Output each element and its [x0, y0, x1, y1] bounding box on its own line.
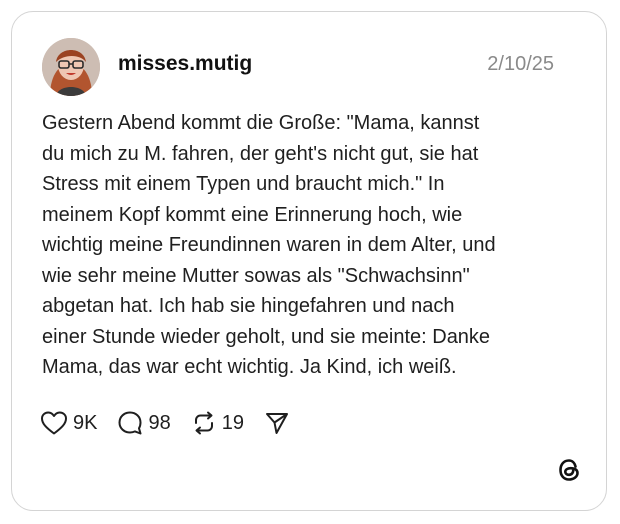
share-button[interactable] — [264, 410, 290, 436]
reply-count: 98 — [148, 411, 171, 434]
reply-button[interactable]: 98 — [117, 410, 171, 436]
repost-count: 19 — [221, 411, 244, 434]
avatar-image — [42, 38, 100, 96]
post-date: 2/10/25 — [487, 53, 554, 75]
post-text: Gestern Abend kommt die Große: "Mama, ka… — [42, 112, 496, 378]
username[interactable]: misses.mutig — [118, 52, 252, 76]
avatar[interactable] — [42, 38, 100, 96]
send-icon — [265, 413, 288, 434]
like-button[interactable]: 9K — [40, 410, 97, 436]
like-count: 9K — [73, 411, 98, 434]
action-bar: 9K 98 19 — [40, 408, 310, 438]
post-card: misses.mutig 2/10/25 Gestern Abend kommt… — [11, 11, 607, 511]
threads-logo-icon — [556, 457, 582, 488]
speech-bubble-icon — [118, 411, 142, 435]
repost-icon — [194, 411, 213, 435]
repost-button[interactable]: 19 — [191, 410, 244, 436]
heart-icon — [41, 411, 67, 435]
